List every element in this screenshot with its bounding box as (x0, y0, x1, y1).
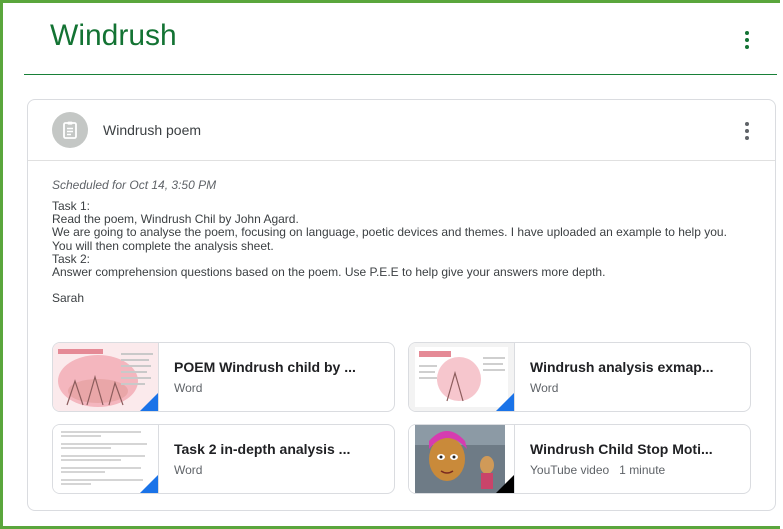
document-thumbnail (409, 343, 515, 411)
assignment-card[interactable]: Windrush poem Scheduled for Oct 14, 3:50… (27, 99, 776, 511)
attachment-type: YouTube video 1 minute (530, 463, 666, 477)
topic-title: Windrush (50, 19, 177, 52)
topic-more-vert-icon[interactable] (735, 28, 759, 52)
word-file-corner-icon (140, 393, 158, 411)
topic-header: Windrush (24, 3, 777, 75)
attachment-type: Word (530, 381, 559, 395)
attachment-type: Word (174, 463, 203, 477)
attachment-title[interactable]: POEM Windrush child by ... (174, 359, 384, 375)
attachment-title[interactable]: Windrush analysis exmap... (530, 359, 740, 375)
assignment-more-vert-icon[interactable] (735, 119, 759, 143)
attachment-title[interactable]: Windrush Child Stop Moti... (530, 441, 740, 457)
attachment-windrush-analysis[interactable]: Windrush analysis exmap... Word (408, 342, 751, 412)
attachment-task2-analysis[interactable]: Task 2 in-depth analysis ... Word (52, 424, 395, 494)
attachment-poem-windrush[interactable]: POEM Windrush child by ... Word (52, 342, 395, 412)
word-file-corner-icon (140, 475, 158, 493)
description-line (52, 279, 762, 292)
attachment-stop-motion-video[interactable]: Windrush Child Stop Moti... YouTube vide… (408, 424, 751, 494)
description-line: Answer comprehension questions based on … (52, 265, 606, 280)
assignment-description: Task 1: Read the poem, Windrush Chil by … (52, 199, 762, 306)
word-file-corner-icon (496, 393, 514, 411)
video-thumbnail (409, 425, 515, 493)
video-file-corner-icon (496, 475, 514, 493)
assignment-icon (52, 112, 88, 148)
description-line: We are going to analyse the poem, focusi… (52, 225, 727, 240)
attachment-type: Word (174, 381, 203, 395)
attachment-title[interactable]: Task 2 in-depth analysis ... (174, 441, 384, 457)
document-thumbnail (53, 425, 159, 493)
document-thumbnail (53, 343, 159, 411)
classwork-frame: Windrush Windrush poem Scheduled for Oct… (0, 0, 780, 529)
description-line: You will then complete the analysis shee… (52, 238, 274, 253)
scheduled-time: Scheduled for Oct 14, 3:50 PM (52, 178, 217, 192)
assignment-title[interactable]: Windrush poem (103, 122, 201, 138)
description-line: Sarah (52, 291, 85, 306)
assignment-card-header[interactable]: Windrush poem (28, 100, 775, 161)
